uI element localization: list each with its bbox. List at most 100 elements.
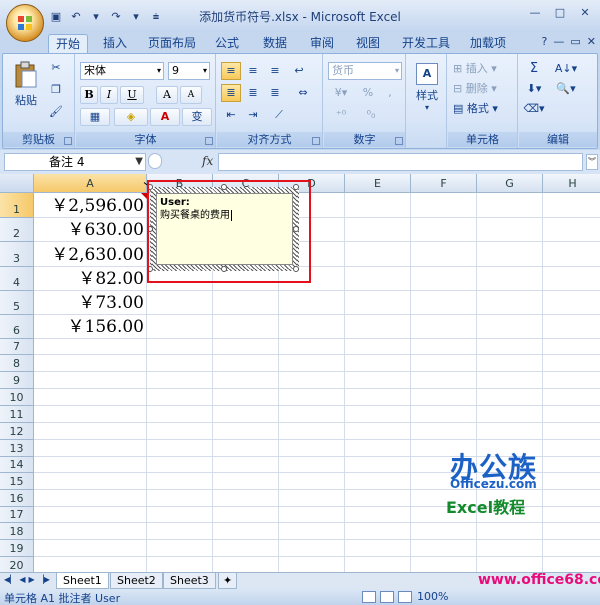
grid-cell[interactable] bbox=[345, 372, 411, 389]
row-header[interactable]: 2 bbox=[0, 218, 34, 242]
grid-cell[interactable] bbox=[213, 440, 279, 457]
percent-button[interactable]: % bbox=[358, 84, 378, 102]
grid-cell[interactable] bbox=[34, 473, 147, 490]
underline-button[interactable]: U bbox=[120, 86, 144, 104]
grid-cell[interactable] bbox=[279, 473, 345, 490]
grid-cell[interactable] bbox=[213, 389, 279, 406]
grid-cell[interactable] bbox=[543, 423, 600, 440]
name-box-dropdown-icon[interactable]: ▼ bbox=[135, 154, 143, 170]
row-header[interactable]: 7 bbox=[0, 339, 34, 355]
cell-value[interactable]: ￥2,630.00 bbox=[34, 243, 147, 267]
row-header[interactable]: 6 bbox=[0, 315, 34, 339]
grid-cell[interactable] bbox=[279, 557, 345, 572]
first-sheet-icon[interactable]: ◀▏ bbox=[4, 575, 16, 584]
grid-cell[interactable] bbox=[147, 557, 213, 572]
page-break-view-icon[interactable] bbox=[398, 591, 412, 603]
tab-insert[interactable]: 插入 bbox=[96, 34, 134, 54]
ribbon-restore-button[interactable]: ▭ bbox=[570, 35, 580, 48]
grid-cell[interactable] bbox=[147, 457, 213, 473]
font-size-select[interactable]: 9 ▾ bbox=[168, 62, 210, 80]
tab-add-ins[interactable]: 加载项 bbox=[464, 34, 512, 54]
grid-cell[interactable] bbox=[34, 490, 147, 507]
name-box[interactable]: 备注 4 ▼ bbox=[4, 153, 146, 171]
grid-cell[interactable] bbox=[279, 406, 345, 423]
font-launcher-icon[interactable] bbox=[205, 137, 213, 145]
grid-cell[interactable] bbox=[345, 218, 411, 242]
grid-cell[interactable] bbox=[543, 218, 600, 242]
minimize-button[interactable]: — bbox=[524, 4, 546, 22]
grid-cell[interactable] bbox=[477, 291, 543, 315]
grid-cell[interactable] bbox=[543, 406, 600, 423]
cell-value[interactable]: ￥630.00 bbox=[34, 219, 147, 242]
grid-cell[interactable] bbox=[345, 473, 411, 490]
decrease-decimal-icon[interactable]: ⁰₀ bbox=[358, 106, 384, 124]
fill-icon[interactable]: ⬇▾ bbox=[521, 80, 547, 98]
row-header[interactable]: 10 bbox=[0, 389, 34, 406]
row-header[interactable]: 1 bbox=[0, 193, 34, 218]
grid-cell[interactable] bbox=[345, 267, 411, 291]
grid-cell[interactable] bbox=[411, 523, 477, 540]
grid-cell[interactable] bbox=[477, 242, 543, 267]
row-header[interactable]: 8 bbox=[0, 355, 34, 372]
last-sheet-icon[interactable]: ▕▶ bbox=[38, 575, 50, 584]
grid-cell[interactable] bbox=[147, 473, 213, 490]
grid-cell[interactable] bbox=[213, 291, 279, 315]
grid-cell[interactable] bbox=[34, 355, 147, 372]
grid-cell[interactable] bbox=[213, 540, 279, 557]
grid-cell[interactable] bbox=[279, 372, 345, 389]
grid-cell[interactable] bbox=[543, 473, 600, 490]
grid-cell[interactable] bbox=[279, 540, 345, 557]
grid-cell[interactable] bbox=[213, 457, 279, 473]
sheet-tab-sheet1[interactable]: Sheet1 bbox=[56, 573, 109, 589]
align-top-icon[interactable]: ≡ bbox=[221, 62, 241, 80]
close-button[interactable]: ✕ bbox=[574, 4, 596, 22]
grid-cell[interactable] bbox=[279, 355, 345, 372]
paste-button[interactable]: 粘贴 bbox=[11, 60, 41, 114]
grid-cell[interactable] bbox=[345, 540, 411, 557]
grid-cell[interactable] bbox=[477, 339, 543, 355]
grid-cell[interactable] bbox=[345, 355, 411, 372]
grid-cell[interactable] bbox=[543, 355, 600, 372]
row-header[interactable]: 4 bbox=[0, 267, 34, 291]
grid-cell[interactable] bbox=[279, 490, 345, 507]
grid-cell[interactable] bbox=[477, 355, 543, 372]
grid-cell[interactable] bbox=[543, 339, 600, 355]
copy-icon[interactable]: ❐ bbox=[47, 82, 65, 100]
grid-cell[interactable] bbox=[213, 473, 279, 490]
row-header[interactable]: 5 bbox=[0, 291, 34, 315]
sheet-tab-sheet2[interactable]: Sheet2 bbox=[110, 573, 163, 589]
grid-cell[interactable] bbox=[345, 291, 411, 315]
grid-cell[interactable] bbox=[543, 193, 600, 218]
grow-font-button[interactable]: A bbox=[156, 86, 178, 104]
grid-cell[interactable] bbox=[543, 490, 600, 507]
grid-cell[interactable] bbox=[411, 315, 477, 339]
clipboard-launcher-icon[interactable] bbox=[64, 137, 72, 145]
grid-cell[interactable] bbox=[345, 339, 411, 355]
grid-cell[interactable] bbox=[213, 523, 279, 540]
delete-cells-button[interactable]: ⊟ 删除 ▾ bbox=[452, 80, 514, 98]
grid-cell[interactable] bbox=[147, 540, 213, 557]
grid-cell[interactable] bbox=[279, 457, 345, 473]
formula-input[interactable] bbox=[218, 153, 583, 171]
increase-indent-icon[interactable]: ⇥ bbox=[243, 106, 263, 124]
row-header[interactable]: 14 bbox=[0, 457, 34, 473]
grid-cell[interactable] bbox=[411, 372, 477, 389]
borders-icon[interactable]: ▦ bbox=[80, 108, 110, 126]
grid-cell[interactable] bbox=[345, 507, 411, 523]
tab-formulas[interactable]: 公式 bbox=[208, 34, 246, 54]
format-cells-button[interactable]: ▤ 格式 ▾ bbox=[452, 100, 514, 118]
grid-cell[interactable] bbox=[411, 540, 477, 557]
grid-cell[interactable] bbox=[477, 406, 543, 423]
align-left-icon[interactable]: ≣ bbox=[221, 84, 241, 102]
bold-button[interactable]: B bbox=[80, 86, 98, 104]
grid-cell[interactable] bbox=[411, 291, 477, 315]
grid-cell[interactable] bbox=[213, 339, 279, 355]
grid-cell[interactable] bbox=[543, 315, 600, 339]
grid-cell[interactable] bbox=[345, 315, 411, 339]
grid-cell[interactable] bbox=[147, 406, 213, 423]
row-header[interactable]: 17 bbox=[0, 507, 34, 523]
grid-cell[interactable] bbox=[345, 440, 411, 457]
row-header[interactable]: 16 bbox=[0, 490, 34, 507]
grid-cell[interactable] bbox=[345, 557, 411, 572]
grid-cell[interactable] bbox=[213, 423, 279, 440]
